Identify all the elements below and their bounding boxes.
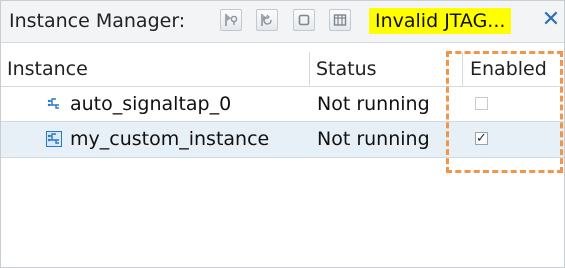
run-analysis-icon [225, 14, 238, 26]
jtag-status-warning[interactable]: Invalid JTAG... [369, 8, 512, 34]
autorun-analysis-button[interactable] [256, 9, 278, 31]
instance-status: Not running [317, 128, 430, 150]
autorun-analysis-icon [261, 14, 272, 26]
column-header-enabled[interactable]: Enabled [470, 52, 547, 86]
instance-manager-panel: Instance Manager: Invalid JTAG... ✕ Inst… [0, 0, 565, 268]
close-icon[interactable]: ✕ [541, 9, 561, 31]
table-header: Instance Status Enabled [1, 52, 564, 87]
stop-analysis-icon [298, 14, 310, 26]
instance-manager-toolbar: Instance Manager: Invalid JTAG... ✕ [1, 1, 564, 43]
instance-name: my_custom_instance [70, 128, 270, 150]
column-divider[interactable] [462, 52, 463, 86]
run-analysis-button[interactable] [220, 9, 242, 31]
instance-name: auto_signaltap_0 [70, 93, 232, 115]
column-divider[interactable] [309, 52, 310, 86]
column-header-instance[interactable]: Instance [7, 52, 88, 86]
enabled-checkbox[interactable]: ✓ [475, 132, 488, 145]
signaltap-instance-icon [47, 98, 59, 109]
read-data-button[interactable] [329, 9, 351, 31]
column-header-status[interactable]: Status [316, 52, 377, 86]
read-data-icon [333, 14, 347, 26]
table-row[interactable]: auto_signaltap_0 Not running [1, 87, 564, 122]
signaltap-instance-icon [46, 131, 62, 147]
table-row[interactable]: my_custom_instance Not running ✓ [1, 121, 564, 158]
panel-title: Instance Manager: [9, 10, 186, 32]
stop-analysis-button[interactable] [293, 9, 315, 31]
instance-status: Not running [317, 93, 430, 115]
enabled-checkbox[interactable] [475, 97, 488, 110]
